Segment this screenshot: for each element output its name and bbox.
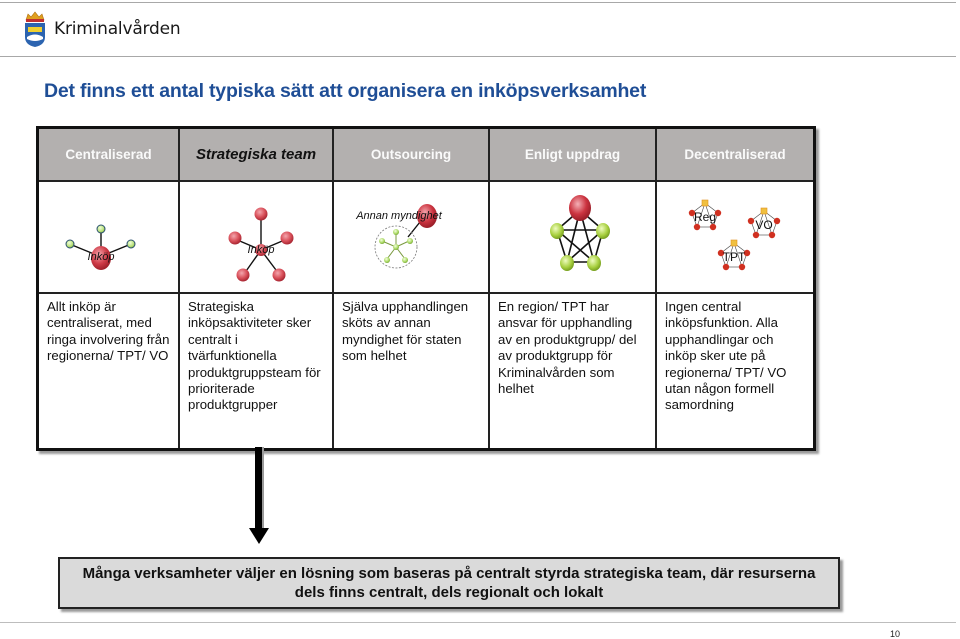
diagram-enligt-uppdrag — [490, 182, 655, 292]
description-strategiska-team: Strategiska inköpsaktiviteter sker centr… — [188, 299, 321, 413]
header-enligt-uppdrag: Enligt uppdrag — [524, 147, 621, 162]
page-number: 10 — [890, 629, 901, 639]
description-outsourcing: Själva upphandlingen sköts av annan mynd… — [342, 299, 469, 364]
diagram-decentraliserad: Reg VO TPT — [657, 182, 813, 292]
unit-tpt: TPT — [717, 239, 751, 271]
footer-rule — [0, 622, 956, 623]
lead-node — [569, 195, 591, 221]
svg-text:TPT: TPT — [723, 250, 746, 264]
brand-name: Kriminalvården — [54, 19, 181, 39]
agency-label: Annan myndighet — [355, 210, 443, 222]
description-centraliserad: Allt inköp är centraliserat, med ringa i… — [47, 299, 170, 364]
down-arrow-icon — [249, 528, 269, 544]
header-centraliserad: Centraliserad — [65, 147, 152, 162]
down-arrow-shaft — [255, 447, 262, 535]
header-bottom-rule — [0, 56, 956, 57]
unit-vo: VO — [747, 207, 781, 239]
coat-of-arms-icon — [25, 11, 45, 47]
description-enligt-uppdrag: En region/ TPT har ansvar för upphandlin… — [498, 299, 637, 397]
diagram-centraliserad: Inköp — [39, 182, 178, 292]
header-decentraliserad: Decentraliserad — [684, 147, 786, 162]
svg-text:Reg: Reg — [694, 210, 716, 224]
header-strategiska-team: Strategiska team — [195, 146, 317, 163]
center-label: Inköp — [248, 244, 275, 256]
header-outsourcing: Outsourcing — [370, 147, 452, 162]
description-decentraliserad: Ingen central inköpsfunktion. Alla uppha… — [665, 299, 787, 413]
page-title: Det finns ett antal typiska sätt att org… — [44, 80, 647, 102]
summary-box: Många verksamheter väljer en lösning som… — [58, 557, 840, 609]
organization-models-table: Centraliserad Strategiska team Outsourci… — [36, 126, 816, 451]
header-top-rule — [0, 2, 956, 3]
unit-reg: Reg — [688, 199, 722, 231]
svg-text:VO: VO — [755, 218, 772, 232]
center-label: Inköp — [88, 251, 115, 263]
diagram-outsourcing: Annan myndighet — [334, 182, 488, 292]
diagram-strategiska-team: Inköp — [180, 182, 332, 292]
